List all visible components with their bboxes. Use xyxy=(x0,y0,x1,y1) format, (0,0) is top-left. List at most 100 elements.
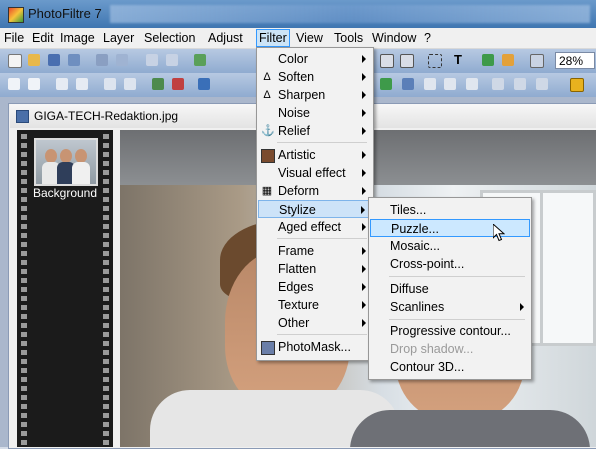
saturation-plus-icon[interactable] xyxy=(152,78,164,90)
background-layer-thumbnail[interactable] xyxy=(34,138,98,186)
menu-separator xyxy=(389,319,525,320)
filter-menu-sharpen[interactable]: Δ Sharpen xyxy=(258,86,372,104)
brightness-plus-icon[interactable] xyxy=(8,78,20,90)
filter-menu-soften[interactable]: Δ Soften xyxy=(258,68,372,86)
menu-image[interactable]: Image xyxy=(60,31,95,45)
filter-menu-other[interactable]: Other xyxy=(258,314,372,332)
document-title: GIGA-TECH-Redaktion.jpg xyxy=(34,109,179,123)
menu-filter[interactable]: Filter xyxy=(256,29,290,47)
saturation-minus-icon[interactable] xyxy=(172,78,184,90)
blur-tool-icon[interactable] xyxy=(514,78,526,90)
submenu-arrow-icon xyxy=(362,91,366,99)
title-bar: PhotoFiltre 7 xyxy=(0,0,596,28)
filter-menu-relief[interactable]: ⚓ Relief xyxy=(258,122,372,140)
gamma-plus-icon[interactable] xyxy=(104,78,116,90)
stylize-drop-shadow-label: Drop shadow... xyxy=(390,342,474,356)
submenu-arrow-icon xyxy=(362,169,366,177)
sepia-icon[interactable] xyxy=(402,78,414,90)
stylize-mosaic[interactable]: Mosaic... xyxy=(370,237,530,255)
menu-adjust[interactable]: Adjust xyxy=(208,31,243,45)
submenu-arrow-icon xyxy=(362,127,366,135)
stylize-cross-point-label: Cross-point... xyxy=(390,257,465,271)
undo-icon[interactable] xyxy=(146,54,158,66)
sharpen-icon[interactable] xyxy=(444,78,456,90)
image-size-icon[interactable] xyxy=(380,54,394,68)
filter-menu-texture[interactable]: Texture xyxy=(258,296,372,314)
filter-menu-frame[interactable]: Frame xyxy=(258,242,372,260)
background-layer-label: Background xyxy=(32,186,98,200)
menu-file[interactable]: File xyxy=(4,31,24,45)
menu-window[interactable]: Window xyxy=(372,31,416,45)
frame-tool-icon[interactable] xyxy=(570,78,584,92)
relief-tool-icon[interactable] xyxy=(492,78,504,90)
auto-levels-icon[interactable] xyxy=(198,78,210,90)
selection-icon[interactable] xyxy=(428,54,442,68)
stylize-cross-point[interactable]: Cross-point... xyxy=(370,255,530,273)
submenu-arrow-icon xyxy=(362,73,366,81)
print-icon[interactable] xyxy=(96,54,108,66)
filter-menu-other-label: Other xyxy=(278,316,310,330)
copy-icon[interactable] xyxy=(194,54,206,66)
stylize-scanlines-label: Scanlines xyxy=(390,300,445,314)
canvas-size-icon[interactable] xyxy=(400,54,414,68)
submenu-arrow-icon xyxy=(362,265,366,273)
filter-menu-photomask[interactable]: PhotoMask... xyxy=(258,338,372,356)
scan-icon[interactable] xyxy=(116,54,128,66)
window-icon[interactable] xyxy=(530,54,544,68)
menu-bar: File Edit Image Layer Selection Adjust F… xyxy=(0,28,596,49)
filter-menu-noise[interactable]: Noise xyxy=(258,104,372,122)
smudge-icon[interactable] xyxy=(536,78,548,90)
submenu-arrow-icon xyxy=(362,109,366,117)
stylize-puzzle[interactable]: Puzzle... xyxy=(370,219,530,237)
stylize-tiles-label: Tiles... xyxy=(390,203,427,217)
stylize-scanlines[interactable]: Scanlines xyxy=(370,298,530,316)
gamma-minus-icon[interactable] xyxy=(124,78,136,90)
noise-icon[interactable] xyxy=(466,78,478,90)
filter-menu-artistic[interactable]: Artistic xyxy=(258,146,372,164)
menu-help[interactable]: ? xyxy=(424,31,431,45)
grayscale-icon[interactable] xyxy=(380,78,392,90)
soften-icon[interactable] xyxy=(424,78,436,90)
save-icon[interactable] xyxy=(48,54,60,66)
filter-menu-stylize[interactable]: Stylize xyxy=(258,200,372,218)
redo-icon[interactable] xyxy=(166,54,178,66)
open-folder-icon[interactable] xyxy=(28,54,40,66)
menu-separator xyxy=(277,238,367,239)
contrast-minus-icon[interactable] xyxy=(76,78,88,90)
mouse-cursor-icon xyxy=(493,224,505,242)
brightness-minus-icon[interactable] xyxy=(28,78,40,90)
window-title: PhotoFiltre 7 xyxy=(28,6,102,21)
save-as-icon[interactable] xyxy=(68,54,80,66)
photomask-icon xyxy=(261,341,275,355)
zoom-field[interactable]: 28% xyxy=(555,52,595,69)
person-right-shirt xyxy=(350,410,590,447)
stylize-diffuse[interactable]: Diffuse xyxy=(370,280,530,298)
filter-menu-deform[interactable]: ▦ Deform xyxy=(258,182,372,200)
menu-view[interactable]: View xyxy=(296,31,323,45)
layers-icon[interactable] xyxy=(482,54,494,66)
menu-edit[interactable]: Edit xyxy=(32,31,54,45)
filter-menu-noise-label: Noise xyxy=(278,106,310,120)
thumb-face-3 xyxy=(75,149,87,163)
contrast-plus-icon[interactable] xyxy=(56,78,68,90)
menu-tools[interactable]: Tools xyxy=(334,31,363,45)
filter-menu-visual-effect[interactable]: Visual effect xyxy=(258,164,372,182)
photo-window-pane-2 xyxy=(540,190,596,346)
filter-menu-flatten[interactable]: Flatten xyxy=(258,260,372,278)
thumb-face-1 xyxy=(45,149,57,163)
film-holes-right xyxy=(103,130,109,447)
plugin-icon[interactable] xyxy=(502,54,514,66)
stylize-progressive-contour[interactable]: Progressive contour... xyxy=(370,322,530,340)
stylize-contour-3d[interactable]: Contour 3D... xyxy=(370,358,530,376)
filter-menu-color[interactable]: Color xyxy=(258,50,372,68)
submenu-arrow-icon xyxy=(362,247,366,255)
filter-menu-edges[interactable]: Edges xyxy=(258,278,372,296)
stylize-tiles[interactable]: Tiles... xyxy=(370,201,530,219)
menu-selection[interactable]: Selection xyxy=(144,31,195,45)
text-tool-icon[interactable]: T xyxy=(452,53,464,66)
filter-menu-aged-effect[interactable]: Aged effect xyxy=(258,218,372,236)
menu-layer[interactable]: Layer xyxy=(103,31,134,45)
new-file-icon[interactable] xyxy=(8,54,22,68)
submenu-arrow-icon xyxy=(362,55,366,63)
filter-menu-texture-label: Texture xyxy=(278,298,319,312)
